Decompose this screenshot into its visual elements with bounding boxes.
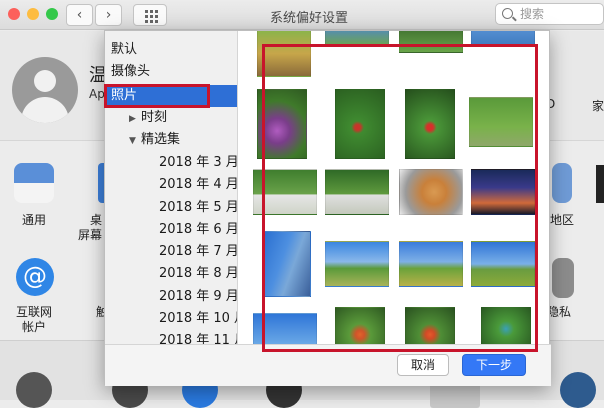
sidebar-item[interactable]: 2018 年 3 月 2 [105,152,238,174]
sidebar-item[interactable]: 2018 年 7 月 4 [105,241,238,263]
sidebar-item-label: 时刻 [141,110,168,125]
disclosure-triangle-collapsed-icon[interactable]: ▶ [129,108,141,130]
sidebar-item[interactable]: ▼ 精选集 [105,129,237,152]
search-placeholder: 搜索 [520,7,545,21]
next-step-button[interactable]: 下一步 [462,354,526,376]
disclosure-triangle-expanded-icon[interactable]: ▼ [129,130,141,152]
zoom-window-button[interactable] [46,8,58,20]
sidebar-item-label: 2018 年 5 月 7 [159,200,238,215]
language-region-pane-label: 地区 [550,213,575,227]
sidebar-item-label: 2018 年 9 月 7 [159,289,238,304]
sidebar-item-label: 2018 年 10 月 1 [159,311,237,326]
sidebar-item-label: 摄像头 [111,64,151,79]
highlight-photo-grid [262,44,538,352]
title-bar: ‹ › 系统偏好设置 搜索 [0,0,604,30]
close-window-button[interactable] [8,8,20,20]
search-icon [502,8,513,19]
sidebar-item-label: 2018 年 6 月 11 [159,222,238,237]
screensaver-pane-label: 屏幕 [78,228,103,242]
at-sign-icon[interactable]: @ [16,258,54,296]
sidebar-item[interactable]: 摄像头 [105,61,237,83]
gear-icon[interactable] [16,372,52,408]
display-pane-icon[interactable] [596,165,604,203]
time-machine-icon[interactable] [560,372,596,408]
search-field[interactable]: 搜索 [495,3,604,25]
sidebar-item[interactable]: 默认 [105,39,237,61]
sidebar-item[interactable]: 2018 年 4 月 3 [105,174,238,196]
photo-thumbnail[interactable] [325,31,389,45]
sidebar-item[interactable]: 2018 年 10 月 1 [105,308,237,330]
sidebar-item[interactable]: 2018 年 5 月 7 [105,197,238,219]
sidebar-item[interactable]: ▶ 时刻 [105,107,237,130]
avatar[interactable] [12,57,78,123]
source-sidebar: 默认摄像头照片▶时刻▼精选集2018 年 3 月 22018 年 4 月 320… [105,31,238,344]
back-button[interactable]: ‹ [66,4,93,26]
highlight-photos-item [104,84,210,108]
sidebar-item[interactable]: 2018 年 11 月 3 [105,330,237,344]
user-subtitle: Ap [89,87,105,101]
house-icon[interactable] [552,258,574,298]
family-sharing-label[interactable]: 家 [592,97,604,114]
sidebar-item-label: 2018 年 8 月 2 [159,266,238,281]
cancel-button[interactable]: 取消 [397,354,449,376]
language-region-pane-icon[interactable] [552,163,572,203]
show-all-grid-button[interactable] [133,4,167,26]
sidebar-item-label: 默认 [111,42,138,57]
sidebar-item-label: 2018 年 3 月 2 [159,155,238,170]
sidebar-item-label: 精选集 [141,132,181,147]
sidebar-item[interactable]: 2018 年 9 月 7 [105,286,238,308]
general-pane-label: 通用 [22,213,47,227]
forward-button[interactable]: › [95,4,122,26]
sidebar-item-label: 2018 年 11 月 3 [159,333,237,344]
sidebar-item-label: 2018 年 7 月 4 [159,244,238,259]
sidebar-item-label: 2018 年 4 月 3 [159,177,238,192]
minimize-window-button[interactable] [27,8,39,20]
general-pane-icon[interactable] [14,163,54,203]
sidebar-item[interactable]: 2018 年 6 月 11 [105,219,238,241]
sidebar-item[interactable]: 2018 年 8 月 2 [105,263,238,285]
internet-accounts-label-2: 帐户 [22,320,47,334]
window-title: 系统偏好设置 [270,11,349,26]
